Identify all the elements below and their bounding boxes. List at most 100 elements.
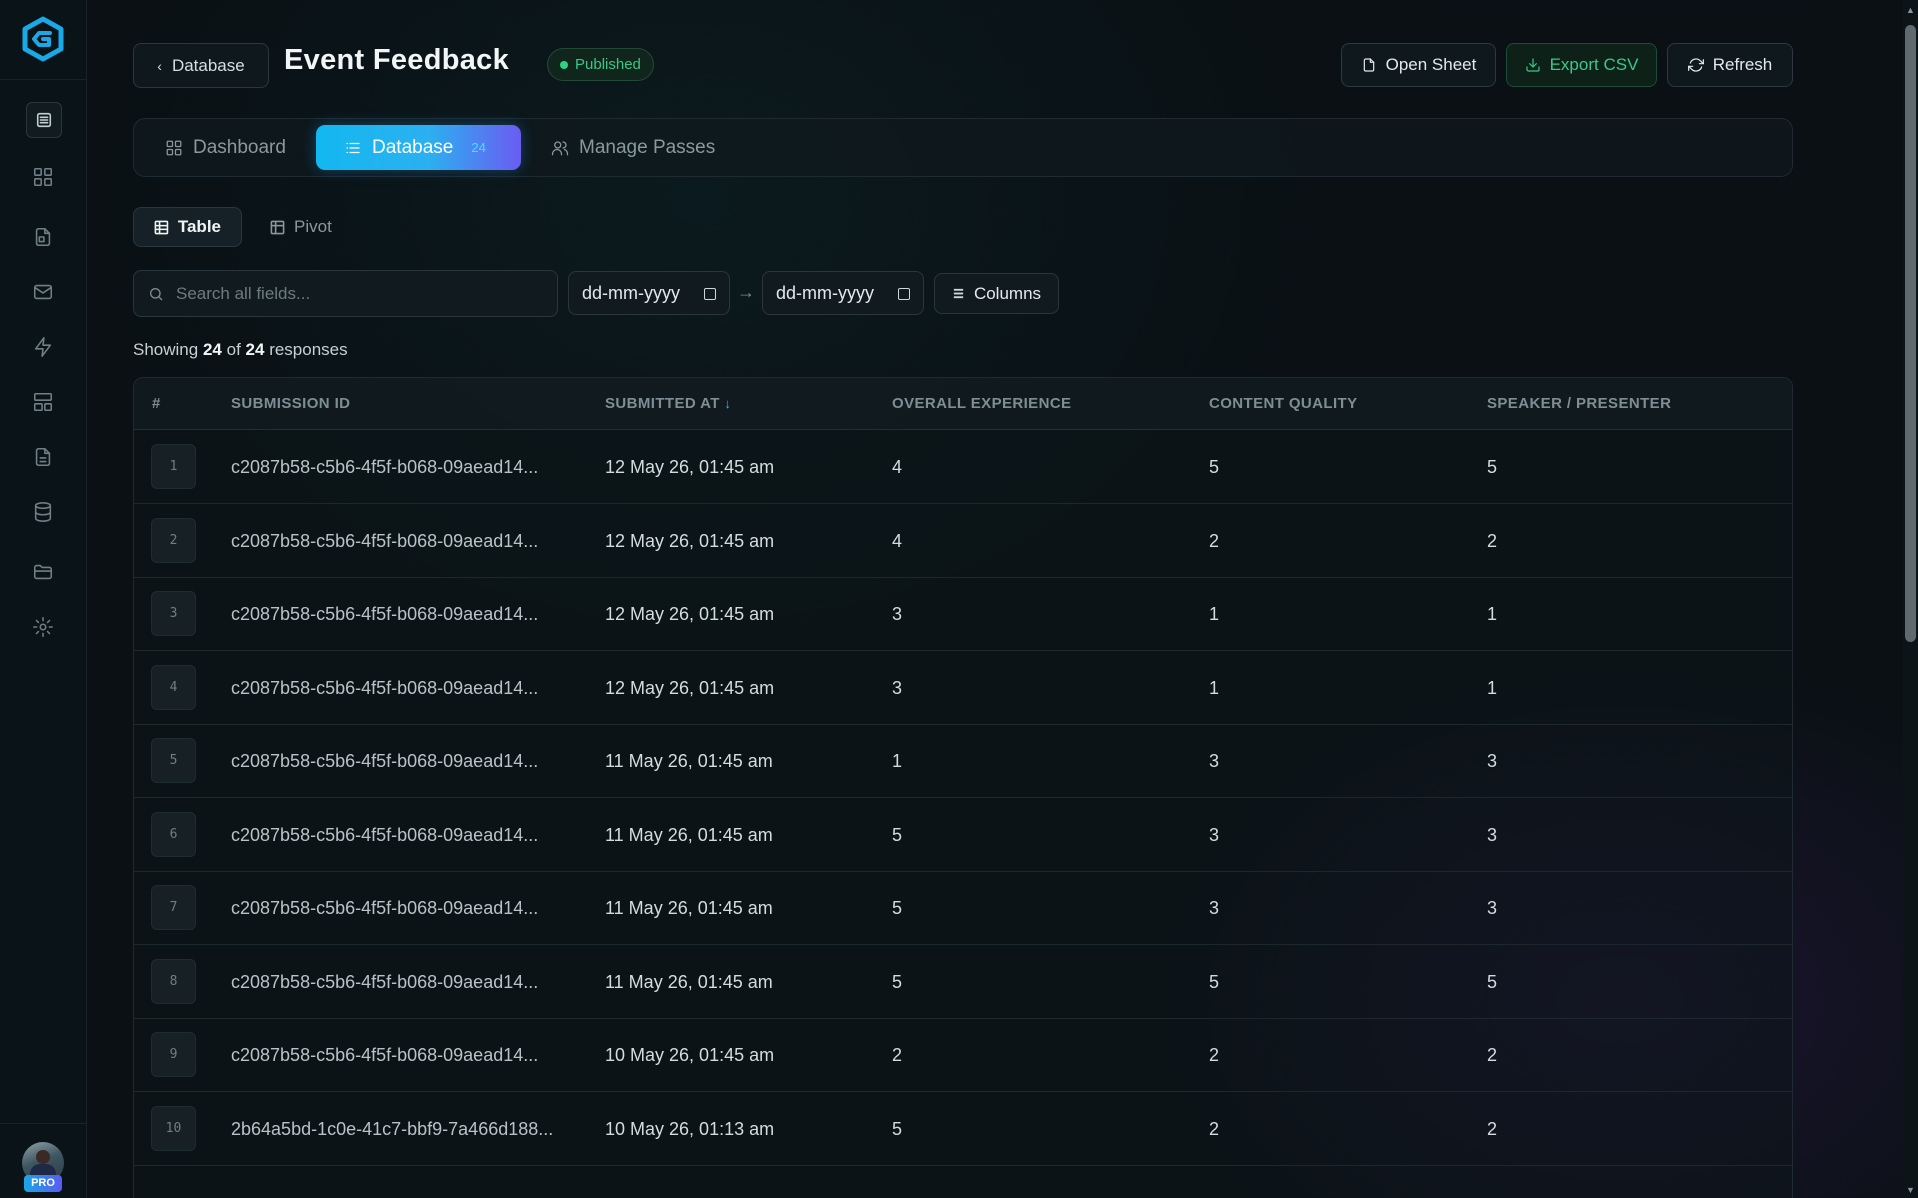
app-logo[interactable] [20,16,66,62]
page-title: Event Feedback [284,44,510,76]
submission-id-cell: c2087b58-c5b6-4f5f-b068-09aead14... [231,604,539,624]
submitted-at-cell: 12 May 26, 01:45 am [605,457,775,477]
documents-icon[interactable] [28,442,58,472]
overall-experience-cell: 5 [892,898,903,918]
row-number: 6 [151,811,196,857]
speaker-cell: 5 [1487,457,1498,477]
tab-manage-passes[interactable]: Manage Passes [551,125,715,170]
open-sheet-button[interactable]: Open Sheet [1341,43,1496,87]
row-number: 1 [151,444,196,489]
table-row[interactable]: 8 c2087b58-c5b6-4f5f-b068-09aead14... 11 M… [134,945,1792,1019]
submission-id-cell: c2087b58-c5b6-4f5f-b068-09aead14... [231,457,539,477]
document-icon [1363,58,1374,72]
row-number: 5 [151,738,196,783]
search-input[interactable] [176,283,536,304]
content-quality-cell: 1 [1209,604,1220,624]
submission-id-cell: c2087b58-c5b6-4f5f-b068-09aead14... [231,530,539,551]
column-header-index: # [152,395,161,412]
row-number: 9 [151,1032,196,1077]
back-to-database-button[interactable]: ‹ Database [133,43,269,88]
database-icon[interactable] [28,497,58,527]
row-number: 2 [151,517,196,563]
column-header-submitted-at[interactable]: SUBMITTED AT ↓ [605,395,731,412]
speaker-cell: 3 [1487,824,1498,845]
refresh-button[interactable]: Refresh [1667,43,1793,87]
columns-label: Columns [973,283,1042,303]
date-to-input[interactable]: dd-mm-yyyy [762,271,924,315]
row-number: 10 [151,1105,196,1151]
dashboard-icon [166,140,182,155]
overall-experience-cell: 1 [892,751,903,771]
sidebar: PRO [0,0,87,1198]
submitted-at-cell: 10 May 26, 01:13 am [605,1118,775,1139]
folder-icon[interactable] [28,557,58,587]
sort-desc-icon: ↓ [724,396,732,411]
table-view-label: Table [177,217,221,236]
table-row[interactable]: 2 c2087b58-c5b6-4f5f-b068-09aead14... 12 M… [134,504,1792,578]
table-row[interactable]: 3 c2087b58-c5b6-4f5f-b068-09aead14... 12 M… [134,577,1792,651]
table-row[interactable]: 9 c2087b58-c5b6-4f5f-b068-09aead14... 10 M… [134,1018,1792,1092]
forms-icon[interactable] [28,222,58,252]
speaker-cell: 2 [1487,530,1498,551]
results-summary: Showing 24 of 24 responses [133,340,348,360]
submission-id-cell: 2b64a5bd-1c0e-41c7-bbf9-7a466d188... [231,1118,554,1139]
refresh-label: Refresh [1712,55,1773,74]
table-row[interactable]: 5 c2087b58-c5b6-4f5f-b068-09aead14... 11 M… [134,724,1792,798]
scroll-down-icon[interactable]: ▼ [1905,1185,1916,1195]
tab-dashboard[interactable]: Dashboard [165,125,286,170]
submitted-at-label: SUBMITTED AT [605,395,720,412]
users-icon [551,140,569,155]
tab-database[interactable]: Database 24 [316,125,521,170]
table-row[interactable]: 10 2b64a5bd-1c0e-41c7-bbf9-7a466d188... 10… [134,1092,1792,1166]
columns-button[interactable]: Columns [934,273,1059,314]
tabs-bar: Dashboard Database 24 Manage Passes [133,118,1793,177]
scroll-up-icon[interactable]: ▲ [1905,5,1916,15]
submitted-at-cell: 12 May 26, 01:45 am [605,604,775,624]
export-csv-button[interactable]: Export CSV [1506,43,1657,87]
column-header-submission-id[interactable]: SUBMISSION ID [231,395,350,412]
mail-icon[interactable] [28,277,58,307]
row-number: 7 [151,885,196,930]
submitted-at-cell: 11 May 26, 01:45 am [605,751,773,771]
table-row[interactable]: 7 c2087b58-c5b6-4f5f-b068-09aead14... 11 M… [134,871,1792,945]
list-icon [346,142,360,153]
templates-icon[interactable] [28,387,58,417]
arrow-right-icon: → [737,282,755,302]
tab-database-count: 24 [471,140,486,155]
overall-experience-cell: 5 [892,1118,903,1139]
settings-icon[interactable] [28,612,58,642]
row-number: 8 [151,958,196,1004]
menu-icon[interactable] [26,102,62,138]
content-quality-cell: 1 [1209,677,1220,698]
submission-id-cell: c2087b58-c5b6-4f5f-b068-09aead14... [231,971,539,992]
date-from-input[interactable]: dd-mm-yyyy [568,271,730,315]
table-row[interactable]: 4 c2087b58-c5b6-4f5f-b068-09aead14... 12 M… [134,651,1792,725]
table-view-button[interactable]: Table [133,207,242,247]
column-header-overall-experience[interactable]: OVERALL EXPERIENCE [892,395,1071,412]
summary-suffix: responses [269,340,348,359]
columns-icon [953,288,964,299]
table-icon [154,220,169,234]
dashboard-icon[interactable] [28,162,58,192]
calendar-icon[interactable] [898,288,910,300]
speaker-cell: 3 [1487,898,1498,918]
automation-icon[interactable] [28,332,58,362]
tab-database-label: Database [372,136,454,158]
column-header-speaker[interactable]: SPEAKER / PRESENTER [1487,395,1671,412]
column-header-content-quality[interactable]: CONTENT QUALITY [1209,395,1358,412]
sidebar-divider [0,79,87,80]
table-row[interactable]: 1 c2087b58-c5b6-4f5f-b068-09aead14... 12 M… [134,430,1792,504]
table-header: # SUBMISSION ID SUBMITTED AT ↓ OVERALL E… [134,378,1792,430]
submitted-at-cell: 11 May 26, 01:45 am [605,824,773,845]
content-quality-cell: 3 [1209,751,1220,771]
status-dot-icon [560,60,568,69]
calendar-icon[interactable] [704,288,716,300]
tab-dashboard-label: Dashboard [193,136,286,158]
table-row[interactable]: 6 c2087b58-c5b6-4f5f-b068-09aead14... 11 M… [134,798,1792,872]
scrollbar-thumb[interactable] [1905,25,1916,642]
summary-total: 24 [245,340,265,359]
pivot-view-button[interactable]: Pivot [250,207,352,247]
content-quality-cell: 5 [1209,971,1220,992]
content-quality-cell: 3 [1209,824,1220,845]
submission-id-cell: c2087b58-c5b6-4f5f-b068-09aead14... [231,677,539,698]
